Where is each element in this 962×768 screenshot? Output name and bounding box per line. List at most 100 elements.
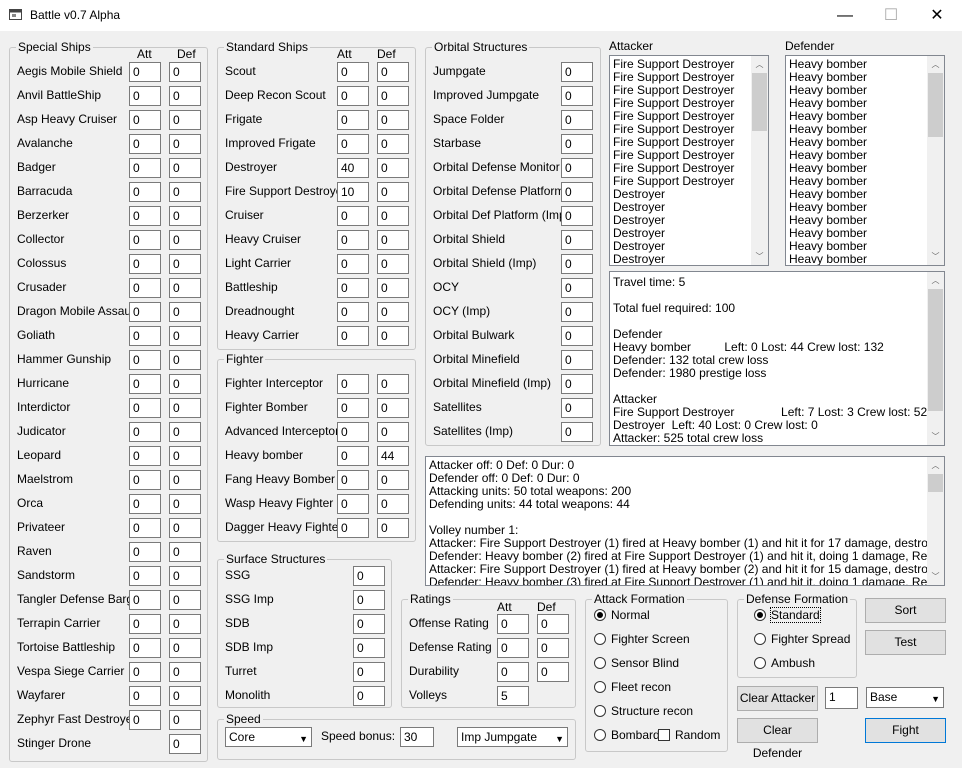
def-count-input[interactable]: 0 bbox=[169, 326, 201, 346]
def-count-input[interactable]: 0 bbox=[377, 206, 409, 226]
clear-attacker-button[interactable]: Clear Attacker bbox=[737, 686, 818, 711]
att-count-input[interactable]: 0 bbox=[337, 518, 369, 538]
att-count-input[interactable]: 0 bbox=[129, 590, 161, 610]
structure-count-input[interactable]: 0 bbox=[561, 182, 593, 202]
att-count-input[interactable]: 0 bbox=[129, 494, 161, 514]
structure-count-input[interactable]: 0 bbox=[353, 590, 385, 610]
structure-count-input[interactable]: 0 bbox=[561, 206, 593, 226]
scroll-up-icon[interactable]: ︿ bbox=[927, 272, 944, 289]
structure-count-input[interactable]: 0 bbox=[561, 62, 593, 82]
att-count-input[interactable]: 0 bbox=[337, 134, 369, 154]
att-count-input[interactable]: 0 bbox=[129, 614, 161, 634]
att-count-input[interactable]: 0 bbox=[129, 302, 161, 322]
def-count-input[interactable]: 0 bbox=[169, 278, 201, 298]
att-count-input[interactable]: 0 bbox=[337, 254, 369, 274]
def-count-input[interactable]: 0 bbox=[377, 134, 409, 154]
log-scrollbar[interactable]: ︿ ﹀ bbox=[927, 457, 944, 585]
structure-count-input[interactable]: 0 bbox=[561, 422, 593, 442]
def-count-input[interactable]: 0 bbox=[377, 182, 409, 202]
att-count-input[interactable]: 0 bbox=[129, 374, 161, 394]
scroll-up-icon[interactable]: ︿ bbox=[751, 56, 768, 73]
attack-formation-radio[interactable] bbox=[594, 609, 606, 621]
attack-formation-radio[interactable] bbox=[594, 657, 606, 669]
def-count-input[interactable]: 0 bbox=[169, 302, 201, 322]
defense-formation-radio[interactable] bbox=[754, 633, 766, 645]
att-count-input[interactable]: 0 bbox=[337, 470, 369, 490]
def-count-input[interactable]: 0 bbox=[169, 230, 201, 250]
def-count-input[interactable]: 0 bbox=[377, 62, 409, 82]
fight-button[interactable]: Fight bbox=[865, 718, 946, 743]
def-count-input[interactable]: 0 bbox=[169, 422, 201, 442]
scroll-down-icon[interactable]: ﹀ bbox=[927, 428, 944, 445]
scroll-up-icon[interactable]: ︿ bbox=[927, 457, 944, 474]
def-count-input[interactable]: 0 bbox=[377, 254, 409, 274]
defender-scrollbar[interactable]: ︿ ﹀ bbox=[927, 56, 944, 265]
def-count-input[interactable]: 0 bbox=[169, 518, 201, 538]
def-count-input[interactable]: 0 bbox=[169, 566, 201, 586]
att-count-input[interactable]: 0 bbox=[337, 62, 369, 82]
attacker-scrollbar[interactable]: ︿ ﹀ bbox=[751, 56, 768, 265]
att-count-input[interactable]: 0 bbox=[129, 254, 161, 274]
structure-count-input[interactable]: 0 bbox=[561, 134, 593, 154]
scroll-down-icon[interactable]: ﹀ bbox=[927, 568, 944, 585]
attacker-list[interactable]: Fire Support Destroyer Fire Support Destr… bbox=[609, 55, 769, 266]
att-count-input[interactable]: 0 bbox=[337, 446, 369, 466]
def-count-input[interactable]: 0 bbox=[377, 398, 409, 418]
att-count-input[interactable]: 0 bbox=[337, 398, 369, 418]
attack-formation-radio[interactable] bbox=[594, 729, 606, 741]
def-count-input[interactable]: 0 bbox=[169, 374, 201, 394]
att-count-input[interactable]: 0 bbox=[337, 86, 369, 106]
att-count-input[interactable]: 0 bbox=[129, 518, 161, 538]
def-count-input[interactable]: 0 bbox=[377, 374, 409, 394]
battle-summary-textbox[interactable]: Travel time: 5 Total fuel required: 100 De… bbox=[609, 271, 945, 446]
att-count-input[interactable]: 0 bbox=[129, 206, 161, 226]
def-count-input[interactable]: 0 bbox=[377, 470, 409, 490]
speed-bonus-input[interactable]: 30 bbox=[400, 727, 434, 747]
def-count-input[interactable]: 0 bbox=[169, 206, 201, 226]
def-count-input[interactable]: 0 bbox=[169, 350, 201, 370]
def-count-input[interactable]: 0 bbox=[169, 446, 201, 466]
rating-att-input[interactable]: 5 bbox=[497, 686, 529, 706]
att-count-input[interactable]: 0 bbox=[129, 638, 161, 658]
rating-def-input[interactable]: 0 bbox=[537, 614, 569, 634]
att-count-input[interactable]: 0 bbox=[337, 326, 369, 346]
def-count-input[interactable]: 0 bbox=[377, 302, 409, 322]
def-count-input[interactable]: 0 bbox=[169, 710, 201, 730]
def-count-input[interactable]: 0 bbox=[377, 422, 409, 442]
att-count-input[interactable]: 0 bbox=[337, 422, 369, 442]
att-count-input[interactable]: 0 bbox=[337, 230, 369, 250]
att-count-input[interactable]: 0 bbox=[129, 446, 161, 466]
att-count-input[interactable]: 0 bbox=[129, 230, 161, 250]
def-count-input[interactable]: 0 bbox=[169, 494, 201, 514]
structure-count-input[interactable]: 0 bbox=[353, 662, 385, 682]
def-count-input[interactable]: 0 bbox=[169, 158, 201, 178]
def-count-input[interactable]: 0 bbox=[169, 590, 201, 610]
def-count-input[interactable]: 0 bbox=[169, 62, 201, 82]
def-count-input[interactable]: 44 bbox=[377, 446, 409, 466]
def-count-input[interactable]: 0 bbox=[169, 134, 201, 154]
scroll-down-icon[interactable]: ﹀ bbox=[751, 248, 768, 265]
rating-def-input[interactable]: 0 bbox=[537, 662, 569, 682]
battle-log-textbox[interactable]: Attacker off: 0 Def: 0 Dur: 0 Defender of… bbox=[425, 456, 945, 586]
def-count-input[interactable]: 0 bbox=[377, 278, 409, 298]
att-count-input[interactable]: 40 bbox=[337, 158, 369, 178]
att-count-input[interactable]: 0 bbox=[337, 206, 369, 226]
structure-count-input[interactable]: 0 bbox=[353, 686, 385, 706]
attacker-list-item[interactable]: Destroyer bbox=[610, 253, 768, 266]
minimize-icon[interactable]: — bbox=[822, 0, 868, 31]
att-count-input[interactable]: 0 bbox=[129, 422, 161, 442]
structure-count-input[interactable]: 0 bbox=[353, 638, 385, 658]
random-checkbox[interactable] bbox=[658, 729, 670, 741]
scroll-thumb[interactable] bbox=[752, 73, 767, 131]
close-icon[interactable]: ✕ bbox=[914, 0, 960, 31]
def-count-input[interactable]: 0 bbox=[169, 638, 201, 658]
def-count-input[interactable]: 0 bbox=[377, 230, 409, 250]
test-button[interactable]: Test bbox=[865, 630, 946, 655]
def-count-input[interactable]: 0 bbox=[169, 398, 201, 418]
att-count-input[interactable]: 0 bbox=[129, 566, 161, 586]
maximize-icon[interactable]: ☐ bbox=[868, 0, 914, 31]
structure-count-input[interactable]: 0 bbox=[561, 254, 593, 274]
structure-count-input[interactable]: 0 bbox=[561, 230, 593, 250]
structure-count-input[interactable]: 0 bbox=[561, 326, 593, 346]
def-count-input[interactable]: 0 bbox=[169, 182, 201, 202]
